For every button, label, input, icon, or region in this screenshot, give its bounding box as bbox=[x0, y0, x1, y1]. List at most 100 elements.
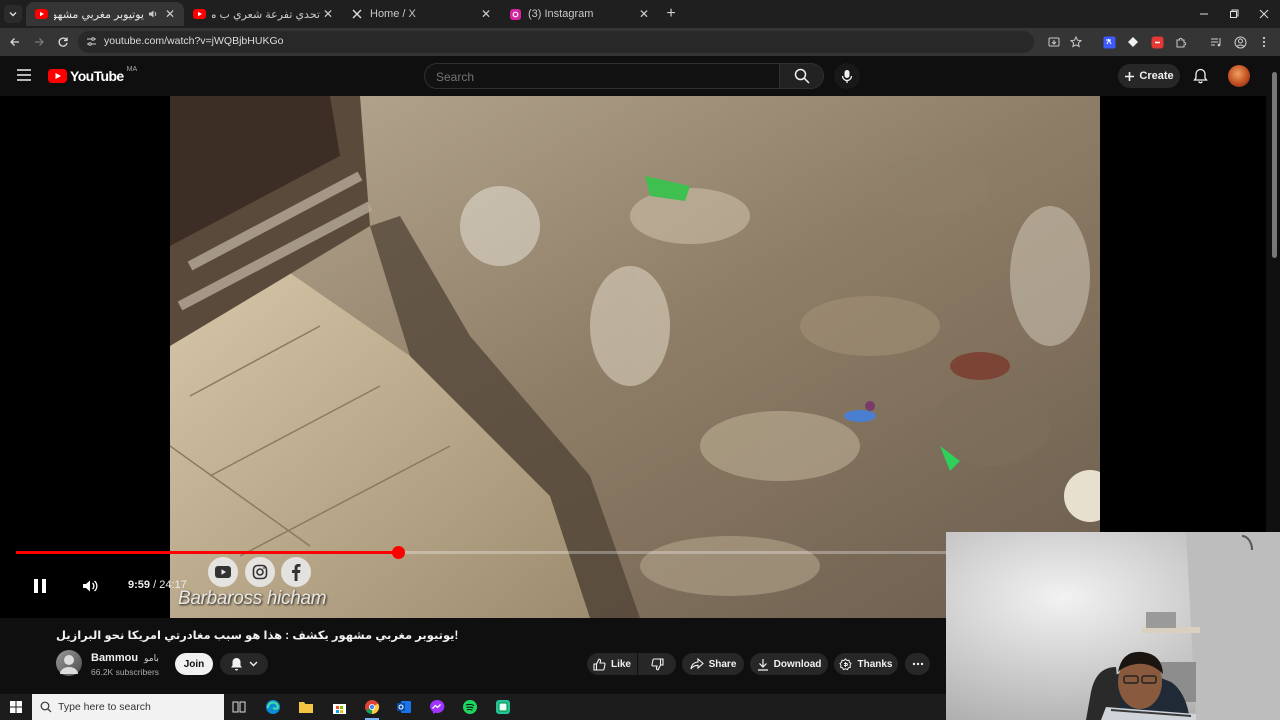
browser-toolbar: youtube.com/watch?v=jWQBjbHUKGo bbox=[0, 28, 1280, 56]
instagram-icon bbox=[508, 7, 522, 21]
duration: 24:17 bbox=[159, 579, 187, 591]
channel-watermark: Barbaross hicham bbox=[178, 588, 327, 609]
share-label: Share bbox=[708, 658, 737, 670]
youtube-logo[interactable]: YouTube MA bbox=[48, 65, 138, 84]
tab-instagram[interactable]: (3) Instagram ✕ bbox=[500, 2, 658, 26]
bell-icon bbox=[231, 658, 242, 671]
thanks-label: Thanks bbox=[857, 658, 893, 670]
file-explorer-icon[interactable] bbox=[296, 697, 316, 717]
task-view-icon[interactable] bbox=[229, 697, 249, 717]
store-icon[interactable] bbox=[329, 697, 349, 717]
hamburger-menu-icon[interactable] bbox=[16, 68, 32, 82]
scrollbar-thumb[interactable] bbox=[1272, 72, 1277, 258]
diamond-extension-icon[interactable] bbox=[1125, 34, 1141, 50]
channel-name-text: Bammou bbox=[91, 652, 139, 664]
progress-played bbox=[16, 551, 399, 554]
site-info-icon[interactable] bbox=[86, 36, 97, 47]
url-text: youtube.com/watch?v=jWQBjbHUKGo bbox=[104, 35, 284, 47]
reload-button[interactable] bbox=[55, 34, 71, 50]
windows-taskbar: Type here to search bbox=[0, 694, 946, 720]
close-icon bbox=[1259, 9, 1269, 19]
install-app-icon[interactable] bbox=[1046, 34, 1062, 50]
tab-youtube-current[interactable]: يوتيوبر مغربي مشهور يكشف ✕ bbox=[26, 2, 184, 26]
subscriber-count: 66.2K subscribers bbox=[91, 667, 160, 677]
pause-button[interactable] bbox=[30, 576, 50, 596]
person-silhouette-icon bbox=[60, 655, 78, 674]
windows-logo-icon bbox=[10, 701, 22, 713]
plus-icon bbox=[1125, 71, 1135, 81]
bookmark-star-icon[interactable] bbox=[1068, 34, 1084, 50]
create-label: Create bbox=[1139, 70, 1174, 82]
forward-button[interactable] bbox=[31, 34, 47, 50]
more-horizontal-icon bbox=[912, 662, 923, 666]
chrome-icon[interactable] bbox=[362, 697, 382, 720]
notifications-bell-icon[interactable] bbox=[1193, 68, 1208, 84]
pause-icon bbox=[34, 579, 46, 593]
reload-icon bbox=[58, 37, 68, 47]
media-control-icon[interactable] bbox=[1208, 34, 1224, 50]
youtube-logo-text: YouTube bbox=[70, 68, 124, 84]
volume-button[interactable] bbox=[80, 576, 100, 596]
watermark-youtube-icon bbox=[208, 557, 238, 587]
join-button[interactable]: Join bbox=[175, 653, 213, 675]
thumbs-up-icon bbox=[593, 658, 606, 671]
new-tab-button[interactable]: + bbox=[662, 5, 680, 23]
app-icon[interactable] bbox=[493, 697, 513, 717]
tab-close-button[interactable]: ✕ bbox=[478, 6, 494, 22]
tab-x-home[interactable]: Home / X ✕ bbox=[342, 2, 500, 26]
more-actions-button[interactable] bbox=[905, 653, 930, 675]
super-thanks-icon bbox=[839, 657, 853, 670]
spotify-icon[interactable] bbox=[460, 697, 480, 717]
progress-bar[interactable] bbox=[16, 546, 946, 559]
browser-menu-icon[interactable] bbox=[1256, 34, 1272, 50]
tab-title: تحدي تفرعة شعري ب ماكينة ديال bbox=[212, 8, 320, 21]
video-title: !يوتيوبر مغربي مشهور يكشف : هذا هو سبب م… bbox=[56, 630, 459, 642]
like-button[interactable]: Like bbox=[587, 653, 637, 675]
extensions-puzzle-icon[interactable] bbox=[1173, 34, 1189, 50]
tab-youtube-challenge[interactable]: تحدي تفرعة شعري ب ماكينة ديال ✕ bbox=[184, 2, 342, 26]
translate-extension-icon[interactable] bbox=[1101, 34, 1117, 50]
tab-close-button[interactable]: ✕ bbox=[636, 6, 652, 22]
address-bar[interactable]: youtube.com/watch?v=jWQBjbHUKGo bbox=[78, 31, 1034, 53]
edge-icon[interactable] bbox=[263, 697, 283, 717]
webcam-feed-image bbox=[946, 532, 1280, 720]
youtube-header: YouTube MA Create bbox=[0, 56, 1280, 96]
search-icon bbox=[794, 68, 810, 84]
thanks-button[interactable]: Thanks bbox=[834, 653, 898, 675]
page-scrollbar[interactable] bbox=[1268, 64, 1280, 532]
download-button[interactable]: Download bbox=[750, 653, 828, 675]
voice-search-button[interactable] bbox=[834, 63, 860, 89]
watermark-instagram-icon bbox=[245, 557, 275, 587]
time-separator: / bbox=[150, 579, 160, 591]
channel-name[interactable]: Bammou بامو bbox=[91, 652, 159, 664]
tab-close-button[interactable]: ✕ bbox=[320, 6, 336, 22]
restore-button[interactable] bbox=[1218, 0, 1250, 28]
x-icon bbox=[350, 7, 364, 21]
outlook-icon[interactable] bbox=[394, 697, 414, 717]
messenger-icon[interactable] bbox=[427, 697, 447, 717]
start-button[interactable] bbox=[6, 698, 26, 716]
minimize-button[interactable] bbox=[1188, 0, 1220, 28]
dislike-button[interactable] bbox=[638, 653, 676, 675]
channel-avatar[interactable] bbox=[56, 650, 82, 676]
microphone-icon bbox=[841, 69, 853, 83]
tab-search-button[interactable] bbox=[4, 5, 22, 23]
speaker-icon[interactable] bbox=[148, 9, 158, 19]
tab-close-button[interactable]: ✕ bbox=[162, 6, 178, 22]
close-window-button[interactable] bbox=[1248, 0, 1280, 28]
volume-icon bbox=[83, 580, 98, 592]
taskbar-search[interactable]: Type here to search bbox=[32, 694, 224, 720]
back-button[interactable] bbox=[7, 34, 23, 50]
search-button[interactable] bbox=[780, 63, 824, 89]
red-extension-icon[interactable] bbox=[1149, 34, 1165, 50]
channel-name-arabic: بامو bbox=[144, 653, 159, 663]
share-button[interactable]: Share bbox=[682, 653, 744, 675]
account-avatar[interactable] bbox=[1228, 65, 1250, 87]
create-button[interactable]: Create bbox=[1118, 64, 1180, 88]
search-field[interactable] bbox=[424, 63, 780, 89]
search-input[interactable] bbox=[434, 69, 768, 85]
region-code: MA bbox=[126, 65, 138, 73]
minimize-icon bbox=[1200, 13, 1208, 15]
subscription-bell-button[interactable] bbox=[220, 653, 268, 675]
profile-icon[interactable] bbox=[1232, 34, 1248, 50]
